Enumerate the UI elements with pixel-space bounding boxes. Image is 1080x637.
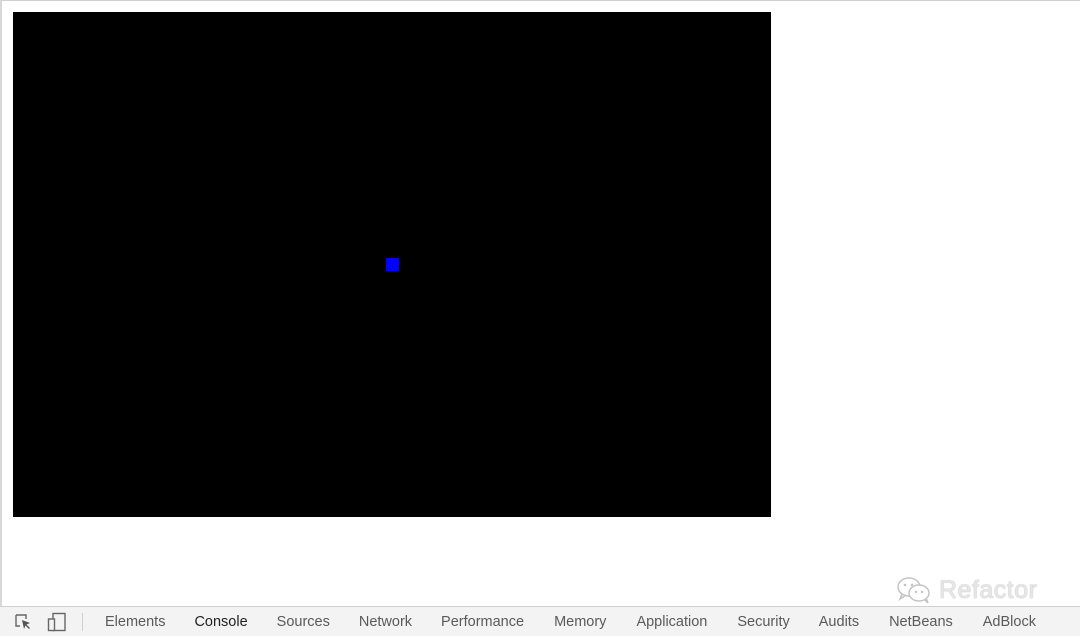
- tab-audits[interactable]: Audits: [819, 607, 859, 637]
- tab-security[interactable]: Security: [737, 607, 789, 637]
- tab-console[interactable]: Console: [194, 607, 247, 637]
- tab-application[interactable]: Application: [636, 607, 707, 637]
- tab-memory[interactable]: Memory: [554, 607, 606, 637]
- tab-performance[interactable]: Performance: [441, 607, 524, 637]
- device-toolbar-icon[interactable]: [46, 611, 68, 633]
- devtools-tab-bar: Elements Console Sources Network Perform…: [0, 606, 1080, 636]
- watermark-text: Refactor: [939, 575, 1038, 604]
- page-viewport: [0, 0, 1080, 606]
- tab-network[interactable]: Network: [359, 607, 412, 637]
- player-square: [386, 258, 399, 271]
- inspect-element-icon[interactable]: [12, 611, 34, 633]
- tab-elements[interactable]: Elements: [105, 607, 165, 637]
- wechat-icon: [895, 575, 935, 605]
- tab-adblock[interactable]: AdBlock: [983, 607, 1036, 637]
- watermark: Refactor: [895, 574, 1037, 606]
- tab-netbeans[interactable]: NetBeans: [889, 607, 953, 637]
- game-canvas[interactable]: [13, 12, 771, 517]
- toolbar-divider: [82, 612, 83, 631]
- tab-sources[interactable]: Sources: [277, 607, 330, 637]
